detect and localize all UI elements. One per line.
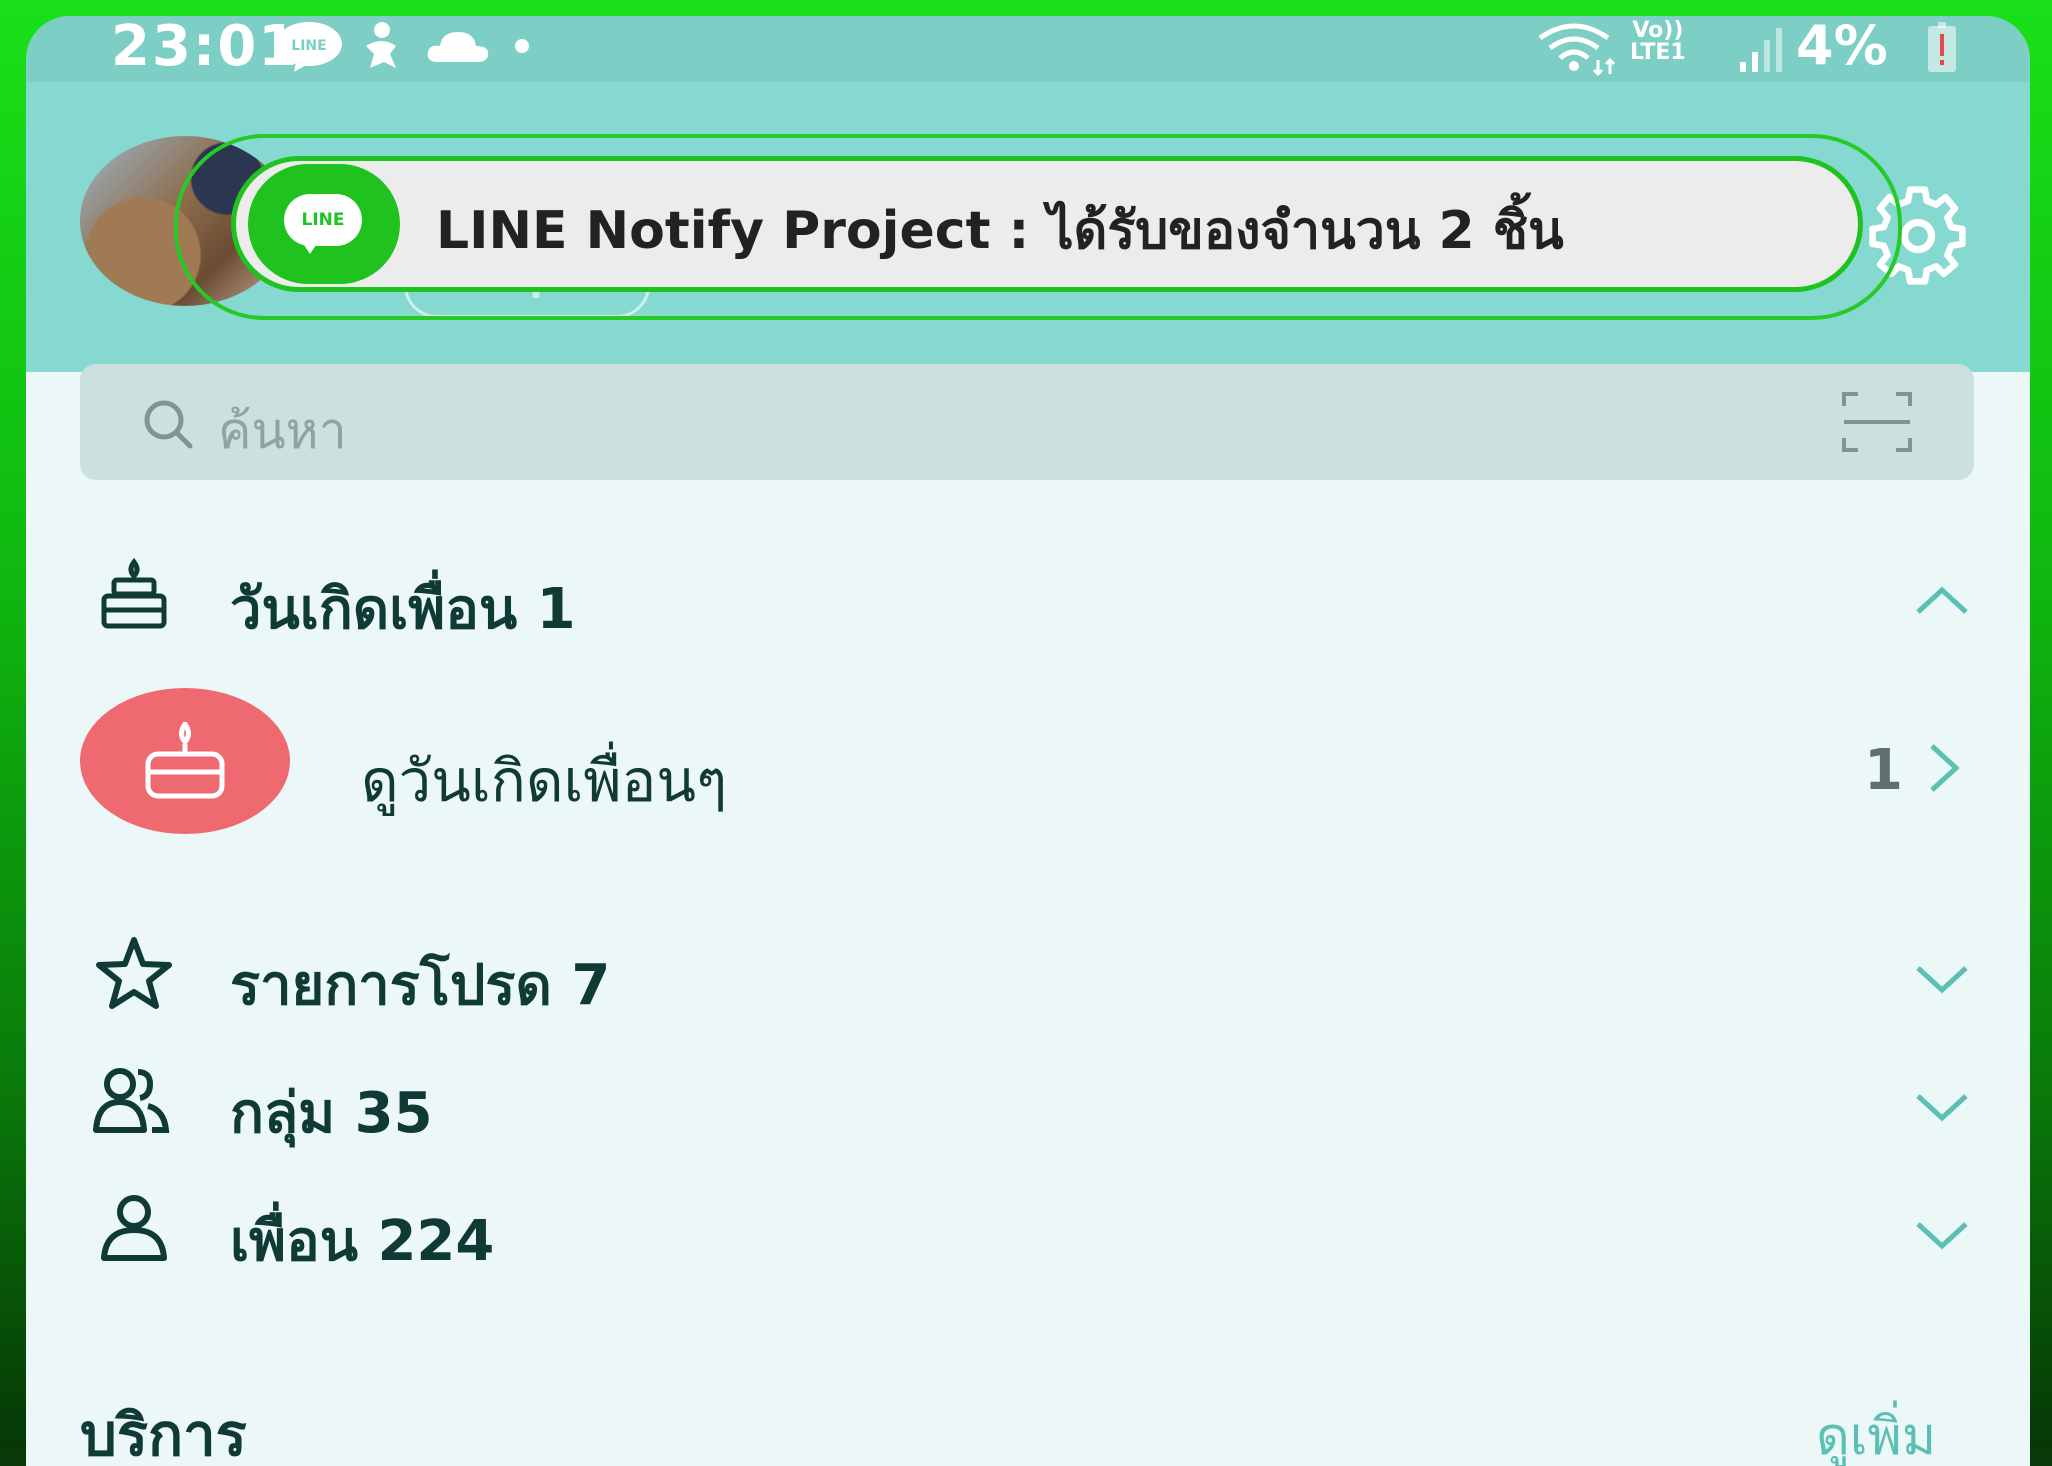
cloud-icon bbox=[427, 32, 489, 62]
chevron-down-icon[interactable] bbox=[1914, 1086, 1970, 1126]
notification-message: LINE Notify Project : ได้รับของจำนวน 2 ช… bbox=[436, 201, 1564, 261]
birthday-avatar[interactable] bbox=[80, 688, 290, 834]
qr-scan-icon[interactable] bbox=[1842, 392, 1912, 452]
line-logo-text: LINE bbox=[284, 194, 362, 246]
chevron-up-icon[interactable] bbox=[1914, 580, 1970, 620]
chevron-right-icon[interactable] bbox=[1926, 742, 1962, 794]
search-input[interactable]: ค้นหา bbox=[218, 392, 347, 471]
phone-screen: 23:01 LINE Vo)) LTE1 4% LINE LINE Notify… bbox=[26, 16, 2030, 1466]
volte-label: Vo)) bbox=[1632, 18, 1684, 43]
signal-icon bbox=[1740, 28, 1782, 72]
line-logo-icon: LINE bbox=[248, 164, 400, 284]
section-favorites[interactable]: รายการโปรด 7 bbox=[230, 940, 610, 1029]
group-icon bbox=[93, 1068, 170, 1133]
cake-white-icon bbox=[145, 722, 225, 799]
section-groups[interactable]: กลุ่ม 35 bbox=[230, 1068, 433, 1157]
line-app-icon: LINE bbox=[276, 22, 342, 72]
status-time: 23:01 bbox=[111, 16, 300, 79]
dot-icon bbox=[515, 39, 529, 53]
svg-text:LINE: LINE bbox=[291, 38, 326, 54]
see-more-link[interactable]: ดูเพิ่ม bbox=[1816, 1394, 1936, 1466]
view-birthdays-link[interactable]: ดูวันเกิดเพื่อนๆ bbox=[361, 734, 727, 827]
battery-low-icon bbox=[1928, 22, 1956, 72]
person-icon bbox=[366, 22, 396, 68]
star-icon bbox=[96, 937, 172, 1009]
wifi-icon bbox=[1538, 23, 1616, 76]
birthday-count: 1 bbox=[1864, 738, 1903, 803]
chevron-down-icon[interactable] bbox=[1914, 1214, 1970, 1254]
section-birthdays[interactable]: วันเกิดเพื่อน 1 bbox=[230, 564, 576, 653]
cake-icon bbox=[101, 557, 167, 629]
section-friends[interactable]: เพื่อน 224 bbox=[230, 1196, 494, 1285]
network-type: Vo)) LTE1 bbox=[1630, 20, 1686, 64]
lte-label: LTE1 bbox=[1630, 40, 1686, 65]
search-icon bbox=[144, 400, 193, 449]
chevron-down-icon[interactable] bbox=[1914, 958, 1970, 998]
services-title: บริการ bbox=[80, 1401, 247, 1466]
search-bar[interactable] bbox=[80, 364, 1974, 480]
battery-percent: 4% bbox=[1796, 16, 1888, 77]
status-bar: 23:01 LINE Vo)) LTE1 4% bbox=[26, 16, 2030, 86]
friend-icon bbox=[101, 1195, 167, 1261]
